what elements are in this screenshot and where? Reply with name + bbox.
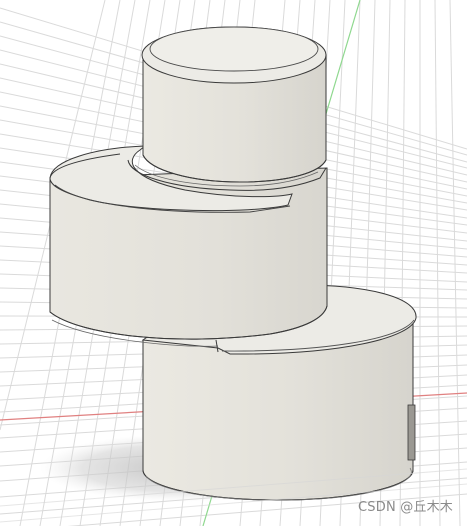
top-cylinder [141, 26, 327, 183]
top-cap-inner [149, 26, 319, 72]
watermark-text: CSDN @丘木木 [358, 500, 453, 515]
notch-feature [407, 404, 416, 461]
3d-viewport[interactable] [0, 0, 467, 526]
